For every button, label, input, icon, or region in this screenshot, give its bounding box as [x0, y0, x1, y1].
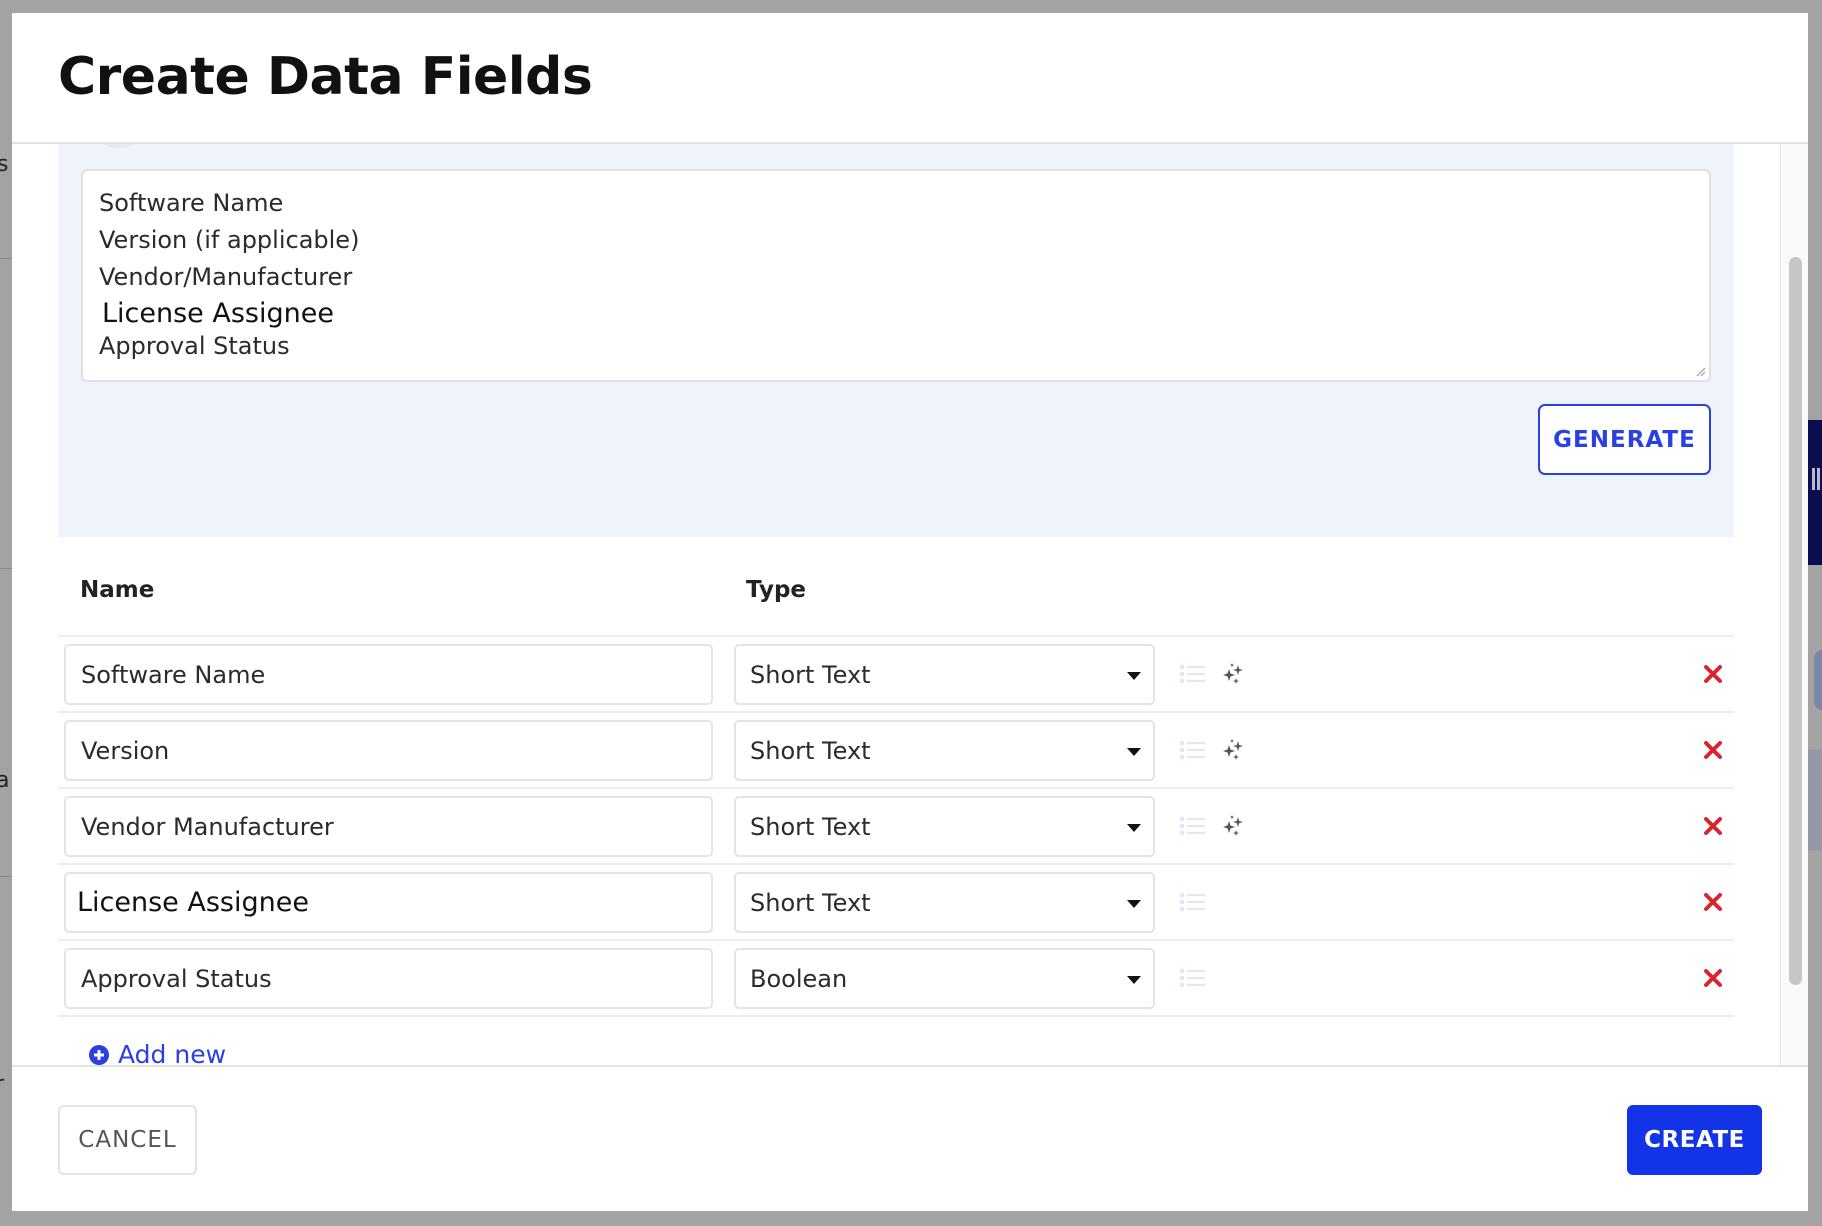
close-icon[interactable] [1702, 663, 1724, 685]
background-divider [0, 258, 12, 259]
table-row: Short Text [58, 789, 1734, 865]
sparkle-icon[interactable] [1220, 737, 1246, 763]
field-type-value: Short Text [750, 661, 871, 689]
field-type-select[interactable]: Short Text [734, 872, 1155, 933]
dialog-title: Create Data Fields [58, 47, 593, 107]
scrollbar-thumb[interactable] [1789, 257, 1802, 985]
field-type-select[interactable]: Short Text [734, 796, 1155, 857]
background-divider [0, 568, 12, 569]
plus-circle-icon [89, 1044, 109, 1065]
prompt-textarea[interactable]: Software Name Version (if applicable) Ve… [81, 169, 1711, 382]
caret-down-icon [1127, 672, 1141, 680]
create-data-fields-dialog: Create Data Fields Software Name Version… [12, 13, 1808, 1211]
background-text-fragment: a [0, 768, 10, 793]
field-type-select[interactable]: Short Text [734, 720, 1155, 781]
caret-down-icon [1127, 976, 1141, 984]
close-icon[interactable] [1702, 739, 1724, 761]
table-row: Short Text [58, 865, 1734, 941]
cancel-button[interactable]: CANCEL [58, 1105, 197, 1175]
generator-panel: Software Name Version (if applicable) Ve… [58, 144, 1734, 537]
field-name-input[interactable] [64, 872, 713, 933]
field-type-select[interactable]: Short Text [734, 644, 1155, 705]
prompt-line: Software Name [99, 189, 284, 217]
dialog-footer: CANCEL CREATE [12, 1065, 1808, 1211]
table-row: Short Text [58, 713, 1734, 789]
field-type-select[interactable]: Boolean [734, 948, 1155, 1009]
caret-down-icon [1127, 748, 1141, 756]
add-new-field-link[interactable]: Add new [88, 1040, 226, 1065]
list-icon[interactable] [1180, 815, 1206, 837]
fields-table: Name Type Short Text [58, 537, 1734, 1017]
create-button[interactable]: CREATE [1627, 1105, 1762, 1175]
column-header-name: Name [80, 577, 155, 603]
sparkle-icon[interactable] [1220, 813, 1246, 839]
sparkle-icon[interactable] [1220, 661, 1246, 687]
add-new-label: Add new [118, 1040, 227, 1065]
resize-grip-icon[interactable] [1694, 365, 1706, 377]
dialog-body: Software Name Version (if applicable) Ve… [12, 144, 1808, 1065]
field-type-value: Short Text [750, 813, 871, 841]
field-type-value: Boolean [750, 965, 848, 993]
prompt-line: Version (if applicable) [99, 226, 360, 254]
list-icon[interactable] [1180, 739, 1206, 761]
caret-down-icon [1127, 824, 1141, 832]
close-icon[interactable] [1702, 891, 1724, 913]
prompt-line: License Assignee [102, 298, 334, 329]
background-text-fragment: r [0, 1072, 4, 1097]
background-band [1808, 750, 1822, 850]
dialog-header: Create Data Fields [12, 13, 1808, 144]
background-divider [0, 876, 12, 877]
column-header-type: Type [746, 577, 807, 603]
table-row: Boolean [58, 941, 1734, 1017]
close-icon[interactable] [1702, 815, 1724, 837]
close-icon[interactable] [1702, 967, 1724, 989]
list-icon[interactable] [1180, 663, 1206, 685]
field-name-input[interactable] [64, 796, 713, 857]
field-type-value: Short Text [750, 737, 871, 765]
scrolled-out-element [98, 144, 138, 148]
list-icon[interactable] [1180, 891, 1206, 913]
background-pill [1814, 650, 1822, 710]
field-name-input[interactable] [64, 948, 713, 1009]
prompt-line: Vendor/Manufacturer [99, 263, 353, 291]
field-name-input[interactable] [64, 644, 713, 705]
table-row: Short Text [58, 637, 1734, 713]
background-text-fragment: s [0, 152, 9, 177]
background-nav-block [1808, 420, 1822, 565]
table-header: Name Type [58, 537, 1734, 637]
field-type-value: Short Text [750, 889, 871, 917]
caret-down-icon [1127, 900, 1141, 908]
field-name-input[interactable] [64, 720, 713, 781]
scrollbar-track[interactable] [1780, 144, 1808, 1065]
list-icon[interactable] [1180, 967, 1206, 989]
prompt-line: Approval Status [99, 332, 290, 360]
generate-button[interactable]: GENERATE [1538, 404, 1711, 475]
